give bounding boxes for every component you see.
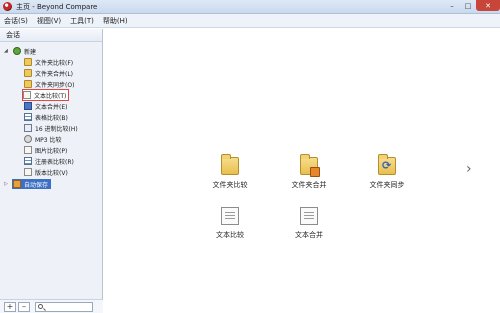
- autosave-icon: [13, 180, 21, 188]
- registry-compare-icon: [24, 157, 32, 165]
- folder-merge-icon: [24, 69, 32, 77]
- sidebar-header: 会话: [0, 29, 102, 42]
- folder-compare-icon: [24, 58, 32, 66]
- tree-item-label: 文件夹合并(L): [35, 70, 74, 78]
- new-session-icon: [13, 47, 21, 55]
- tile-label: 文本合并: [295, 231, 323, 239]
- mp3-compare-icon: [24, 135, 32, 143]
- tree-node-label: 自动保存: [24, 181, 49, 189]
- minimize-button[interactable]: –: [444, 0, 460, 11]
- text-compare-icon: [221, 207, 239, 225]
- tree-item-label: 注册表比较(R): [35, 158, 74, 166]
- tile-text-compare[interactable]: 文本比较: [200, 207, 260, 240]
- folder-compare-icon: [221, 154, 239, 175]
- tree-item-label: 文件夹同步(O): [35, 81, 75, 89]
- tree-item-folder-merge[interactable]: 文件夹合并(L): [24, 68, 73, 78]
- session-sidebar: 会话 ◢ 新建 文件夹比较(F) 文件夹合并(L) 文件夹同步(O) 文本比较(…: [0, 29, 103, 313]
- folder-sync-icon: [378, 154, 396, 175]
- app-icon[interactable]: [3, 2, 12, 11]
- text-merge-icon: [24, 102, 32, 110]
- tree-item-folder-compare[interactable]: 文件夹比较(F): [24, 57, 73, 67]
- session-search-input[interactable]: [35, 301, 93, 312]
- text-merge-icon: [297, 205, 318, 225]
- add-session-button[interactable]: +: [4, 301, 16, 312]
- tile-folder-merge[interactable]: 文件夹合并: [279, 154, 339, 190]
- tree-node-label: 新建: [24, 48, 37, 56]
- tree-item-hex-compare[interactable]: 16 进制比较(H): [24, 123, 78, 133]
- picture-compare-icon: [24, 146, 32, 154]
- tree-item-text-merge[interactable]: 文本合并(E): [24, 101, 67, 111]
- tile-label: 文件夹合并: [291, 181, 327, 189]
- tree-item-label: 版本比较(V): [35, 169, 68, 177]
- tree-item-mp3-compare[interactable]: MP3 比较: [24, 134, 62, 144]
- menu-session[interactable]: 会话(S): [4, 16, 28, 26]
- tree-node-autosave[interactable]: 自动保存: [12, 179, 52, 189]
- home-panel: 文件夹比较 文件夹合并 文件夹同步 文本比较 文本合并 ›: [104, 29, 500, 313]
- tree-item-label: 16 进制比较(H): [35, 125, 78, 133]
- close-button[interactable]: ✕: [476, 0, 500, 11]
- title-bar: 主页 - Beyond Compare – □ ✕: [0, 0, 500, 14]
- text-compare-icon: [23, 91, 31, 99]
- tree-item-folder-sync[interactable]: 文件夹同步(O): [24, 79, 74, 89]
- tree-item-version-compare[interactable]: 版本比较(V): [24, 167, 68, 177]
- maximize-button[interactable]: □: [460, 0, 476, 11]
- tile-label: 文件夹同步: [369, 181, 405, 189]
- tree-item-label: 表格比较(B): [35, 114, 68, 122]
- tree-item-label: 文本合并(E): [35, 103, 68, 111]
- tile-label: 文件夹比较: [212, 181, 248, 189]
- chevron-right-icon[interactable]: ›: [466, 161, 472, 177]
- collapse-toggle-icon[interactable]: ◢: [4, 48, 8, 54]
- tree-item-registry-compare[interactable]: 注册表比较(R): [24, 156, 74, 166]
- tile-label: 文本比较: [216, 231, 244, 239]
- search-icon: [38, 303, 43, 309]
- tile-folder-compare[interactable]: 文件夹比较: [200, 154, 260, 190]
- menu-tools[interactable]: 工具(T): [70, 16, 94, 26]
- expand-toggle-icon[interactable]: ▷: [4, 181, 8, 187]
- tile-text-merge[interactable]: 文本合并: [279, 205, 339, 240]
- folder-sync-icon: [24, 80, 32, 88]
- tree-item-table-compare[interactable]: 表格比较(B): [24, 112, 68, 122]
- tree-item-picture-compare[interactable]: 图片比较(P): [24, 145, 67, 155]
- window-controls: – □ ✕: [444, 0, 500, 12]
- hex-compare-icon: [24, 124, 32, 132]
- remove-session-button[interactable]: –: [18, 301, 30, 312]
- tree-node-new[interactable]: 新建: [13, 46, 36, 56]
- tree-item-label: 文本比较(T): [34, 92, 67, 100]
- sidebar-footer: + –: [0, 299, 103, 313]
- table-compare-icon: [24, 113, 32, 121]
- folder-merge-icon: [300, 154, 320, 177]
- window-title: 主页 - Beyond Compare: [16, 2, 98, 11]
- tree-item-label: 图片比较(P): [35, 147, 68, 155]
- menu-bar: 会话(S) 视图(V) 工具(T) 帮助(H): [0, 14, 500, 28]
- menu-view[interactable]: 视图(V): [37, 16, 61, 26]
- version-compare-icon: [24, 168, 32, 176]
- tree-item-label: MP3 比较: [35, 136, 62, 144]
- tree-item-text-compare[interactable]: 文本比较(T): [21, 89, 70, 101]
- menu-help[interactable]: 帮助(H): [103, 16, 128, 26]
- tree-item-label: 文件夹比较(F): [35, 59, 74, 67]
- tile-folder-sync[interactable]: 文件夹同步: [357, 154, 417, 190]
